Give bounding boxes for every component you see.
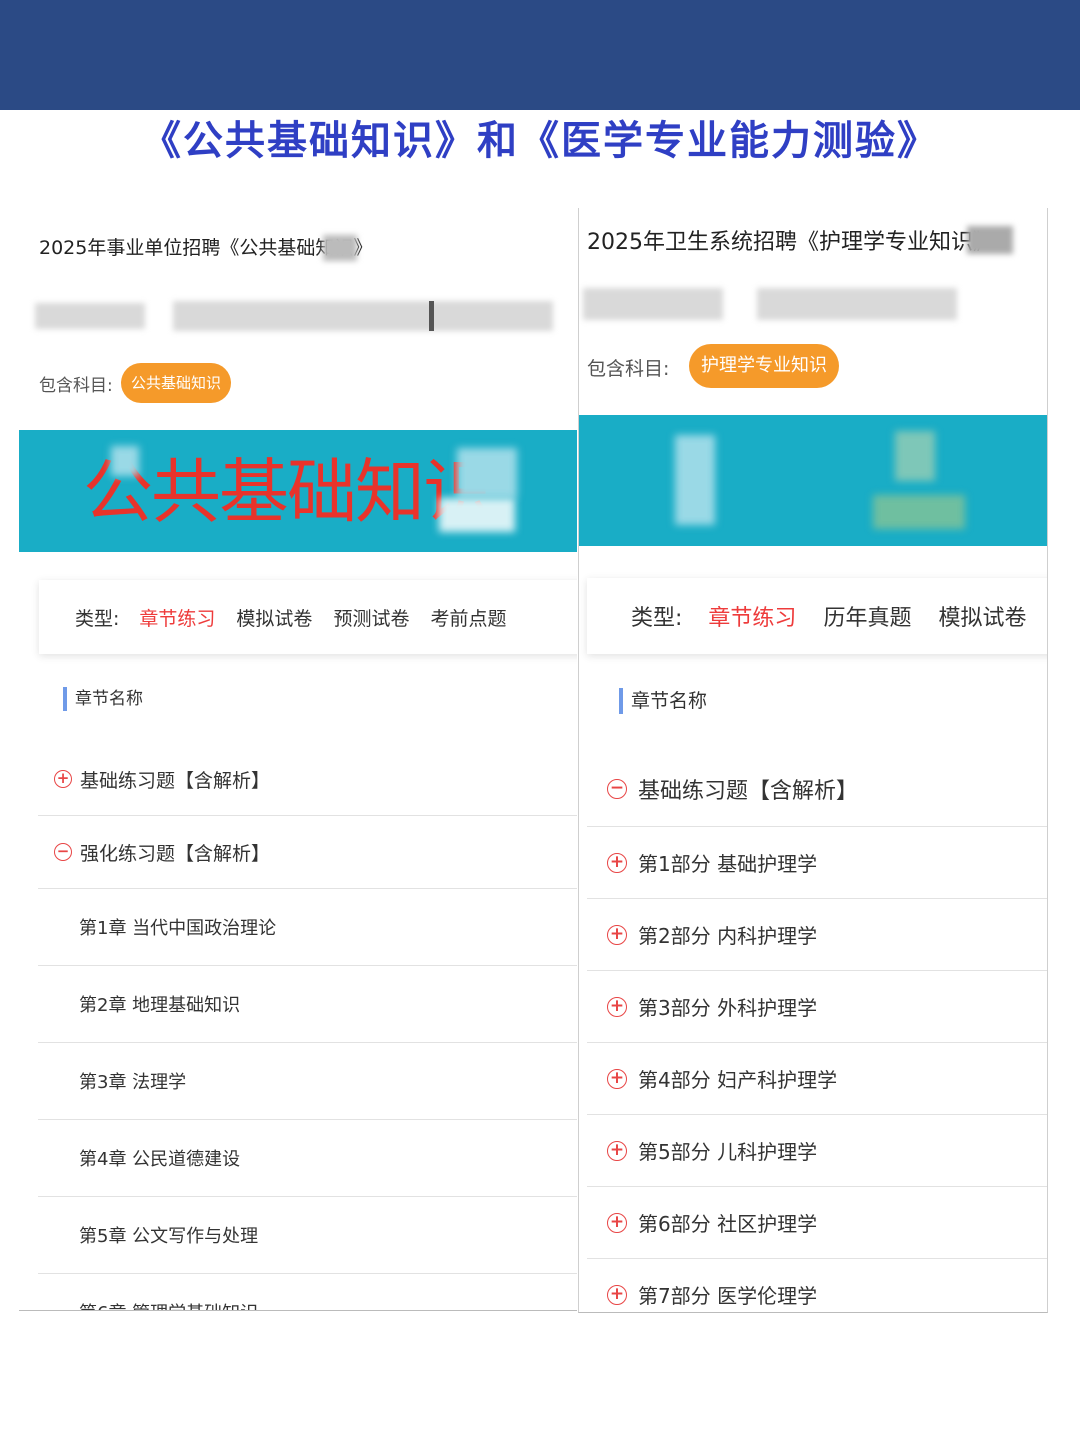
list-item[interactable]: + 第1部分 基础护理学 xyxy=(587,827,1047,899)
chapter-label: 第6部分 社区护理学 xyxy=(638,1212,818,1236)
expand-plus-icon[interactable]: + xyxy=(607,1284,627,1305)
list-item[interactable]: + 基础练习题【含解析】 xyxy=(38,743,577,816)
redacted-block xyxy=(967,226,1013,254)
sub-chapter-label: 第2章 地理基础知识 xyxy=(79,995,241,1016)
sub-chapter-label: 第5章 公文写作与处理 xyxy=(79,1226,259,1247)
tab-past-exams[interactable]: 历年真题 xyxy=(823,600,911,632)
redacted-block xyxy=(173,301,553,331)
list-item[interactable]: + 第3部分 外科护理学 xyxy=(587,971,1047,1043)
redacted-block xyxy=(583,288,723,320)
section-heading: 章节名称 xyxy=(63,687,143,711)
chapter-label: 第5部分 儿科护理学 xyxy=(638,1140,818,1164)
chapter-list: − 基础练习题【含解析】 + 第1部分 基础护理学 + 第2部分 内科护理学 +… xyxy=(587,752,1047,1312)
list-item[interactable]: + 第2部分 内科护理学 xyxy=(587,899,1047,971)
redacted-block xyxy=(895,431,935,481)
chapter-label: 基础练习题【含解析】 xyxy=(80,769,271,792)
tab-prediction-exam[interactable]: 预测试卷 xyxy=(333,604,409,631)
redacted-block xyxy=(111,446,139,476)
expand-plus-icon[interactable]: + xyxy=(607,852,627,873)
type-filter-bar: 类型: 章节练习 模拟试卷 预测试卷 考前点题 xyxy=(39,580,577,654)
expand-plus-icon[interactable]: + xyxy=(607,996,627,1017)
tab-mock-exam[interactable]: 模拟试卷 xyxy=(236,604,312,631)
list-item[interactable]: 第6章 管理学基础知识 xyxy=(38,1274,577,1310)
type-filter-bar: 类型: 章节练习 历年真题 模拟试卷 预 xyxy=(587,578,1047,654)
type-label: 类型: xyxy=(75,607,120,630)
course-title: 2025年卫生系统招聘《护理学专业知识》 xyxy=(587,230,995,255)
chapter-label: 第2部分 内科护理学 xyxy=(638,924,818,948)
redacted-block xyxy=(35,303,145,329)
expand-plus-icon[interactable]: + xyxy=(607,1068,627,1089)
list-item[interactable]: 第2章 地理基础知识 xyxy=(38,966,577,1043)
redacted-block xyxy=(429,301,434,331)
header-band xyxy=(0,0,1080,110)
collapse-minus-icon[interactable]: − xyxy=(607,779,627,799)
redacted-block xyxy=(675,435,715,525)
expand-plus-icon[interactable]: + xyxy=(607,1140,627,1161)
list-item[interactable]: − 强化练习题【含解析】 xyxy=(38,816,577,889)
sub-chapter-label: 第3章 法理学 xyxy=(79,1072,187,1093)
expand-plus-icon[interactable]: + xyxy=(607,1212,627,1233)
course-banner xyxy=(579,415,1047,546)
chapter-label: 基础练习题【含解析】 xyxy=(638,779,859,804)
section-heading: 章节名称 xyxy=(619,688,707,714)
tab-chapter-practice[interactable]: 章节练习 xyxy=(139,604,215,631)
redacted-block xyxy=(439,498,515,532)
list-item[interactable]: 第5章 公文写作与处理 xyxy=(38,1197,577,1274)
redacted-block xyxy=(323,235,357,261)
chapter-label: 第4部分 妇产科护理学 xyxy=(638,1068,838,1092)
course-banner: 公共基础知识 xyxy=(19,430,577,552)
subject-label: 包含科目: xyxy=(39,376,113,396)
right-course-panel: 2025年卫生系统招聘《护理学专业知识》 包含科目: 护理学专业知识 类型: 章… xyxy=(578,208,1048,1313)
list-item[interactable]: + 第6部分 社区护理学 xyxy=(587,1187,1047,1259)
list-item[interactable]: − 基础练习题【含解析】 xyxy=(587,752,1047,827)
tab-mock-exam[interactable]: 模拟试卷 xyxy=(938,600,1026,632)
tab-chapter-practice[interactable]: 章节练习 xyxy=(708,600,796,632)
page-headline: 《公共基础知识》和《医学专业能力测验》 xyxy=(141,118,939,164)
subject-badge[interactable]: 护理学专业知识 xyxy=(689,344,839,388)
list-item[interactable]: + 第7部分 医学伦理学 xyxy=(587,1259,1047,1312)
sub-chapter-label: 第1章 当代中国政治理论 xyxy=(79,918,277,939)
list-item[interactable]: + 第4部分 妇产科护理学 xyxy=(587,1043,1047,1115)
list-item[interactable]: 第1章 当代中国政治理论 xyxy=(38,889,577,966)
collapse-minus-icon[interactable]: − xyxy=(54,843,72,861)
subject-badge[interactable]: 公共基础知识 xyxy=(121,363,232,403)
banner-title: 公共基础知识 xyxy=(83,451,493,533)
sub-chapter-label: 第6章 管理学基础知识 xyxy=(79,1299,258,1310)
sub-chapter-label: 第4章 公民道德建设 xyxy=(79,1149,241,1170)
left-course-panel: 2025年事业单位招聘《公共基础知识》 包含科目: 公共基础知识 公共基础知识 … xyxy=(19,205,577,1311)
chapter-label: 第3部分 外科护理学 xyxy=(638,996,818,1020)
list-item[interactable]: + 第5部分 儿科护理学 xyxy=(587,1115,1047,1187)
redacted-block xyxy=(873,495,965,529)
chapter-label: 强化练习题【含解析】 xyxy=(80,842,271,865)
list-item[interactable]: 第4章 公民道德建设 xyxy=(38,1120,577,1197)
chapter-list: + 基础练习题【含解析】 − 强化练习题【含解析】 第1章 当代中国政治理论 第… xyxy=(38,743,577,1310)
chapter-label: 第1部分 基础护理学 xyxy=(638,852,818,876)
expand-plus-icon[interactable]: + xyxy=(54,770,72,788)
expand-plus-icon[interactable]: + xyxy=(607,924,627,945)
redacted-block xyxy=(757,288,957,320)
chapter-label: 第7部分 医学伦理学 xyxy=(638,1284,818,1308)
redacted-block xyxy=(457,448,517,498)
list-item[interactable]: 第3章 法理学 xyxy=(38,1043,577,1120)
tab-pre-exam-tips[interactable]: 考前点题 xyxy=(430,604,506,631)
type-label: 类型: xyxy=(631,606,683,631)
subject-label: 包含科目: xyxy=(587,358,670,380)
